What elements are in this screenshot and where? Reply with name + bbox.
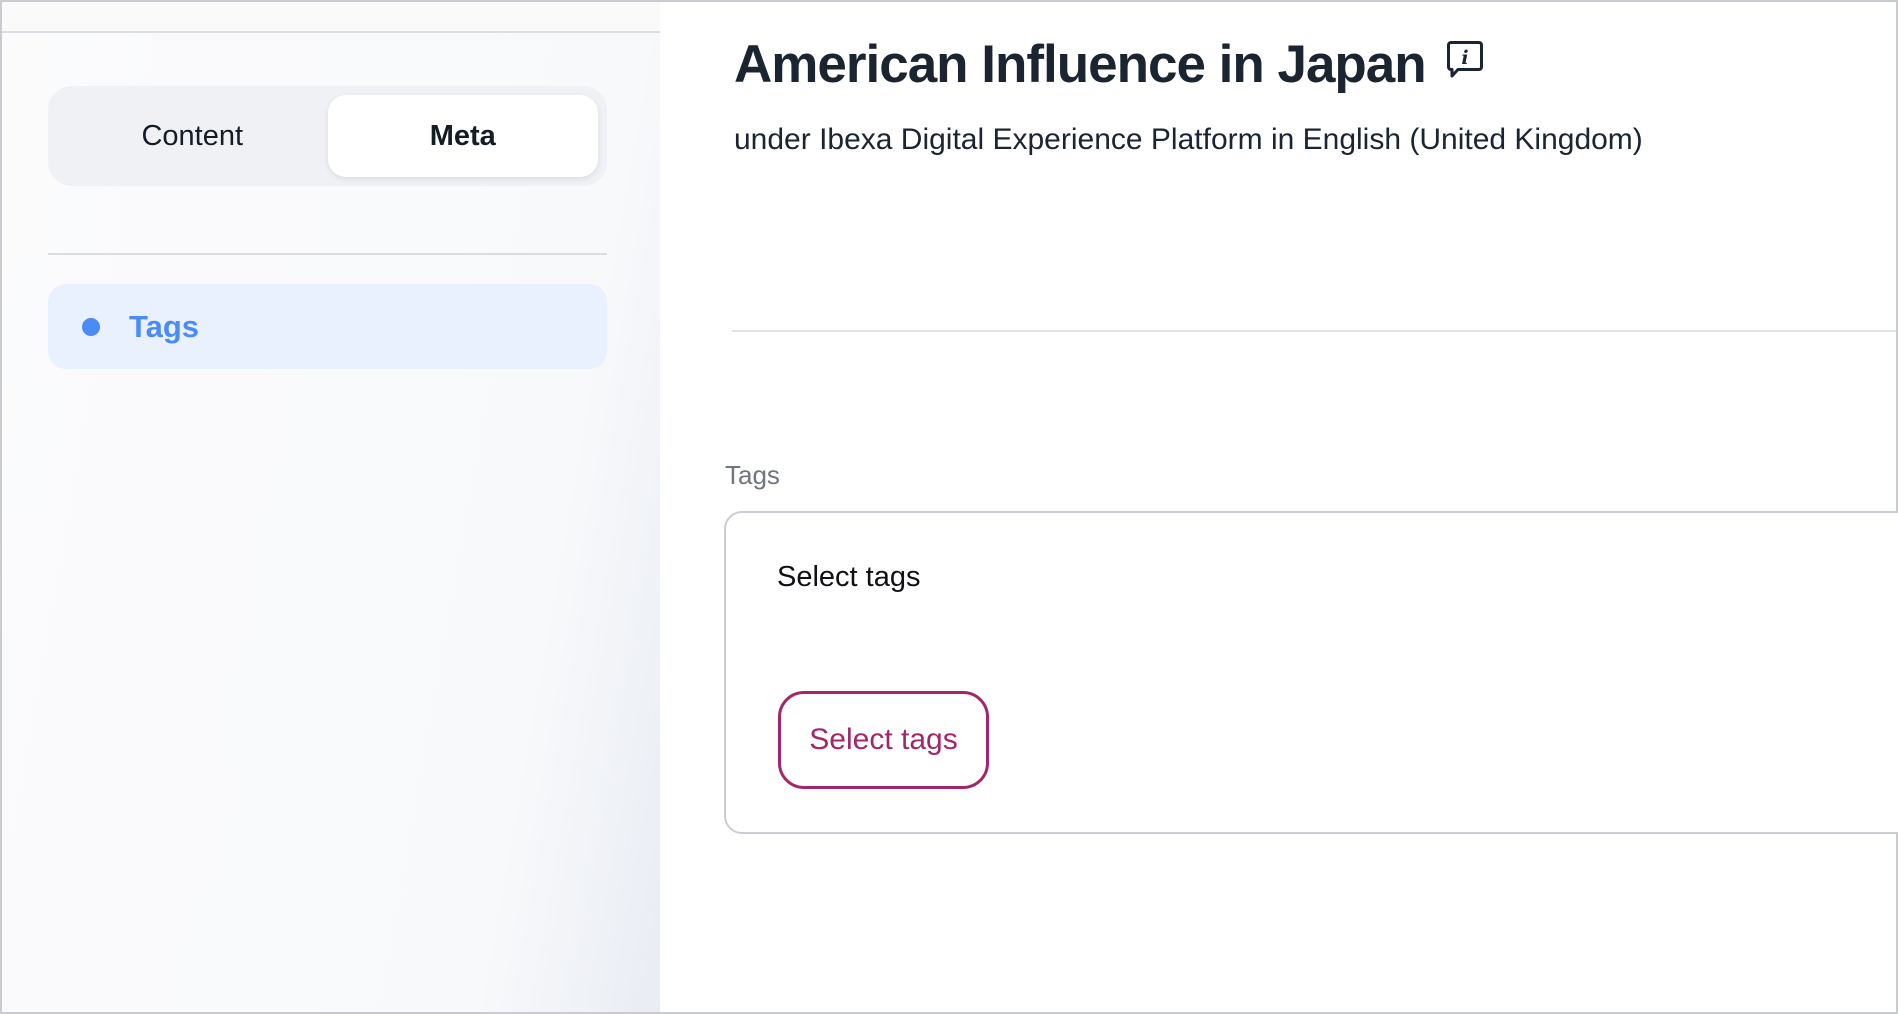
select-tags-button-label: Select tags (809, 723, 957, 757)
sidebar-divider (48, 253, 607, 255)
sidebar-item-tags[interactable]: Tags (48, 284, 607, 369)
title-row: American Influence in Japan i (734, 38, 1484, 91)
sidebar-item-tags-label: Tags (129, 309, 199, 345)
content-edit-window: { "sidebar": { "tabs": [ { "label": "Con… (0, 0, 1898, 1014)
edit-sidebar: Content Meta Tags (2, 2, 660, 1012)
tab-content[interactable]: Content (57, 95, 328, 177)
sidebar-top-strip (2, 2, 660, 33)
info-speech-bubble-icon[interactable]: i (1446, 38, 1484, 83)
bullet-dot-icon (82, 318, 100, 336)
tab-meta-label: Meta (430, 120, 496, 153)
tab-content-label: Content (141, 120, 243, 153)
content-meta-tab-switcher: Content Meta (48, 86, 607, 186)
location-language-subtitle: under Ibexa Digital Experience Platform … (734, 123, 1643, 157)
tags-field-label: Tags (725, 460, 780, 491)
tab-meta[interactable]: Meta (328, 95, 599, 177)
page-title: American Influence in Japan (734, 38, 1426, 91)
content-divider (732, 330, 1896, 332)
main-edit-area: American Influence in Japan i under Ibex… (660, 2, 1896, 1012)
tags-field-group: Select tags Select tags (724, 511, 1898, 834)
select-tags-button[interactable]: Select tags (778, 691, 989, 789)
tags-field-value-text: Select tags (777, 561, 920, 594)
svg-text:i: i (1461, 47, 1468, 69)
